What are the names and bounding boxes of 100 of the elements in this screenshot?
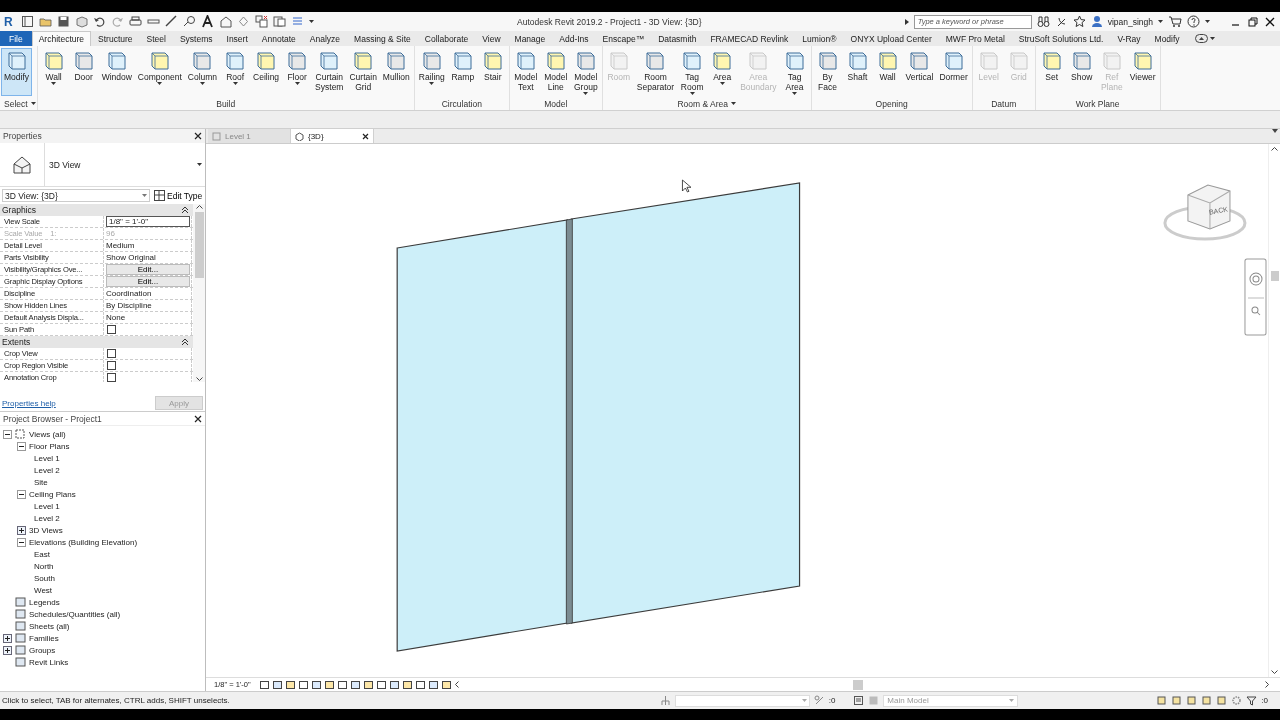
ribbon-tab[interactable]: Insert [219, 31, 255, 46]
ribbon-tab[interactable]: Collaborate [417, 31, 476, 46]
view-control-icon[interactable] [310, 679, 322, 690]
tree-item[interactable]: West [34, 585, 53, 595]
ribbon-tool[interactable]: Curtain System [312, 48, 347, 96]
close-icon[interactable] [362, 132, 369, 140]
tree-item[interactable]: Floor Plans [29, 441, 70, 451]
tree-item[interactable]: North [34, 561, 54, 571]
user-name[interactable]: vipan_singh [1107, 16, 1153, 27]
ribbon-tool[interactable]: Roof [220, 48, 251, 96]
binoculars-icon[interactable] [1036, 15, 1050, 28]
tree-item[interactable]: 3D Views [29, 525, 63, 535]
ribbon-tab[interactable]: File [0, 31, 32, 46]
diamond-icon[interactable] [237, 15, 250, 28]
edit-type-button[interactable]: Edit Type [154, 190, 203, 201]
tree-item[interactable]: Families [29, 633, 59, 643]
ribbon-tab[interactable]: Manage [507, 31, 553, 46]
expand-toggle[interactable] [17, 525, 26, 535]
scrollbar-thumb[interactable] [194, 212, 204, 278]
ribbon-tab[interactable]: Modify [1147, 31, 1187, 46]
view-control-icon[interactable] [336, 679, 348, 690]
ribbon-tab[interactable]: Analyze [302, 31, 348, 46]
view-control-icon[interactable] [440, 679, 452, 690]
ribbon-tool[interactable]: Wall [38, 48, 69, 96]
ribbon-tool[interactable]: Door [68, 48, 99, 96]
collapse-toggle[interactable] [17, 441, 26, 451]
ribbon-tool[interactable]: Mullion [379, 48, 413, 96]
ribbon-tab[interactable]: MWF Pro Metal [938, 31, 1012, 46]
view-control-icon[interactable] [271, 679, 283, 690]
minimize-ribbon-icon[interactable] [1194, 34, 1208, 43]
help-icon[interactable] [1187, 15, 1200, 28]
tree-item[interactable]: Level 1 [34, 453, 60, 463]
ribbon-tab[interactable]: Structure [91, 31, 140, 46]
ribbon-tab[interactable]: View [475, 31, 508, 46]
ribbon-tab[interactable]: Lumion® [795, 31, 844, 46]
folder-icon[interactable] [39, 15, 52, 28]
tree-item[interactable]: Views (all) [29, 429, 66, 439]
close-icon[interactable] [194, 132, 202, 140]
view-control-icon[interactable] [362, 679, 374, 690]
view-control-icon[interactable] [297, 679, 309, 690]
user-icon[interactable] [1090, 15, 1103, 28]
house-icon[interactable] [219, 15, 232, 28]
ribbon-tool[interactable]: Area [707, 48, 738, 96]
view-control-icon[interactable] [427, 679, 439, 690]
tree-item[interactable]: Elevations (Building Elevation) [29, 537, 138, 547]
tree-item[interactable]: Level 2 [34, 513, 60, 523]
undo-icon[interactable] [93, 15, 106, 28]
view-selector[interactable]: 3D View: {3D} [2, 189, 150, 202]
ribbon-tab[interactable]: Massing & Site [347, 31, 418, 46]
edit-button[interactable]: Edit... [106, 276, 190, 287]
tree-item[interactable]: Schedules/Quantities (all) [29, 609, 121, 619]
ribbon-tool[interactable]: Viewer [1126, 48, 1159, 96]
ribbon-tool[interactable]: Railing [415, 48, 448, 96]
ribbon-tab[interactable]: StruSoft Solutions Ltd. [1011, 31, 1111, 46]
ribbon-tool[interactable]: Model Line [540, 48, 571, 96]
ribbon-tool[interactable]: Dormer [936, 48, 971, 96]
cart-icon[interactable] [1168, 15, 1182, 28]
ribbon-tool[interactable]: Set [1036, 48, 1067, 96]
close-icon[interactable] [1264, 15, 1276, 28]
workset-field[interactable] [674, 694, 810, 707]
scroll-left-icon[interactable] [453, 681, 459, 688]
collapse-icon[interactable] [181, 338, 189, 346]
view-control-icon[interactable] [375, 679, 387, 690]
ribbon-tool[interactable]: Vertical [902, 48, 937, 96]
ribbon-tab[interactable]: Enscape™ [595, 31, 652, 46]
app-logo[interactable]: R [4, 14, 16, 29]
scrollbar-thumb[interactable] [1270, 271, 1279, 281]
view-control-icon[interactable] [284, 679, 296, 690]
tree-item[interactable]: Sheets (all) [29, 621, 70, 631]
collapse-toggle[interactable] [17, 537, 26, 547]
ribbon-tab[interactable]: Architecture [31, 31, 92, 46]
ribbon-tool[interactable]: Stair [477, 48, 508, 96]
tree-item[interactable]: East [34, 549, 50, 559]
ribbon-tool[interactable]: Tag Room [677, 48, 708, 96]
tree-item[interactable]: Revit Links [29, 657, 69, 667]
collapse-toggle[interactable] [3, 429, 12, 439]
save-icon[interactable] [57, 15, 70, 28]
scrollbar-thumb[interactable] [853, 679, 863, 690]
ribbon-tab[interactable]: Datasmith [651, 31, 704, 46]
checkbox[interactable] [107, 361, 116, 370]
scroll-up-icon[interactable] [195, 204, 203, 209]
ribbon-tool[interactable]: By Face [812, 48, 843, 96]
scroll-down-icon[interactable] [1271, 670, 1278, 675]
scroll-up-icon[interactable] [1271, 146, 1278, 151]
edit-button[interactable]: Edit... [106, 264, 190, 275]
expand-toggle[interactable] [3, 645, 12, 655]
ribbon-tool[interactable]: Show [1066, 48, 1097, 96]
checkbox[interactable] [107, 325, 116, 334]
tree-item[interactable]: Groups [29, 645, 56, 655]
ribbon-tool[interactable]: Model Group [570, 48, 601, 96]
document-tab[interactable]: {3D} [291, 129, 374, 143]
ribbon-tool[interactable]: Tag Area [779, 48, 810, 96]
scroll-right-icon[interactable] [1265, 681, 1270, 688]
ribbon-tool[interactable]: Floor [282, 48, 313, 96]
ribbon-tool[interactable]: Column [184, 48, 221, 96]
ribbon-tab[interactable]: ONYX Upload Center [843, 31, 939, 46]
ribbon-tool[interactable]: Component [134, 48, 185, 96]
ribbon-tool[interactable]: Model Text [510, 48, 541, 96]
ribbon-tab[interactable]: Annotate [254, 31, 303, 46]
help-link[interactable]: Properties help [2, 398, 56, 408]
